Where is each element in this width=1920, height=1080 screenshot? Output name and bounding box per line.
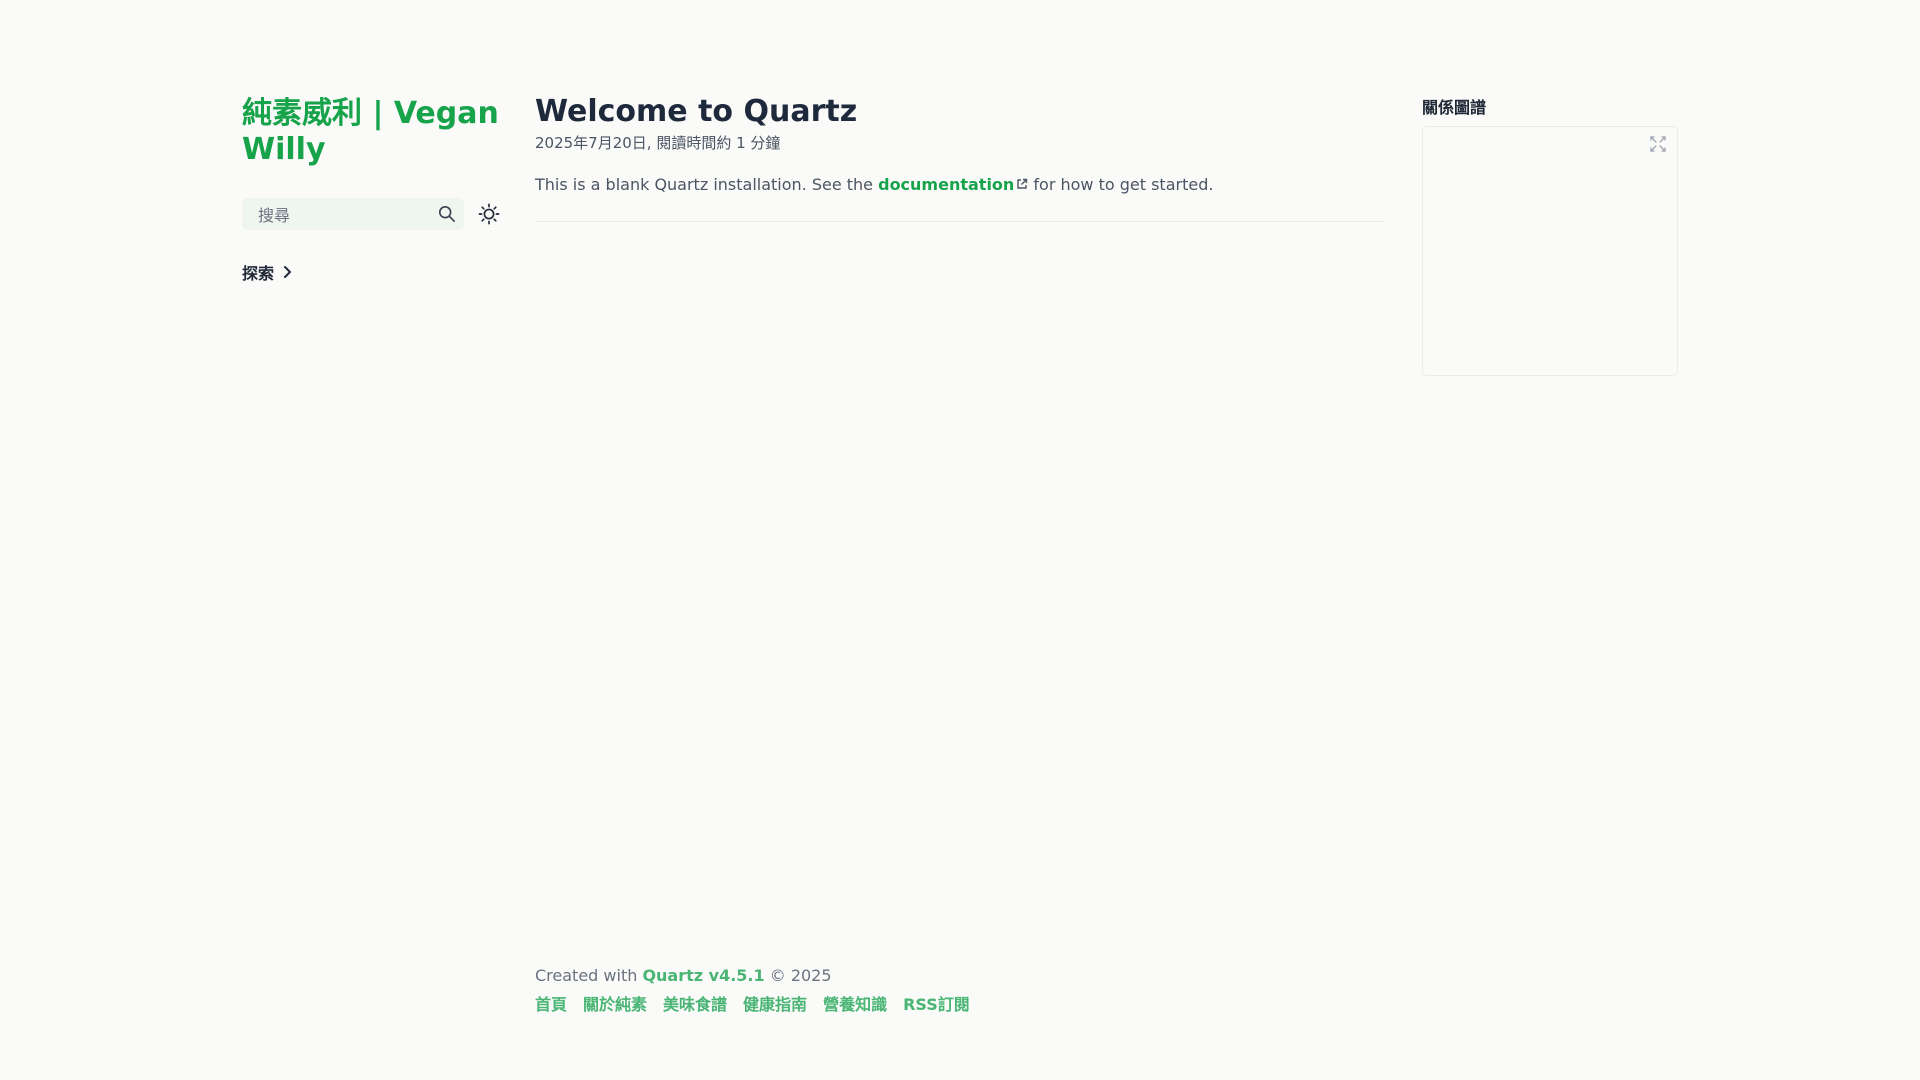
explorer-toggle[interactable]: 探索 <box>242 260 510 284</box>
left-sidebar: 純素威利 | Vegan Willy 搜尋 探索 <box>242 96 510 284</box>
footer-credit-suffix: © 2025 <box>764 966 832 985</box>
footer: Created with Quartz v4.5.1 © 2025 首頁 關於純… <box>535 966 970 1015</box>
documentation-link[interactable]: documentation <box>878 175 1028 194</box>
page-title: Welcome to Quartz <box>535 94 858 129</box>
documentation-link-label: documentation <box>878 175 1015 194</box>
search-placeholder: 搜尋 <box>258 206 291 225</box>
footer-credit: Created with Quartz v4.5.1 © 2025 <box>535 966 970 985</box>
body-text-before: This is a blank Quartz installation. See… <box>535 175 879 194</box>
page: 純素威利 | Vegan Willy 搜尋 探索 Welcome to Quar… <box>0 0 1920 1080</box>
search-icon[interactable] <box>438 205 456 223</box>
chevron-right-icon <box>282 265 294 279</box>
quartz-link[interactable]: Quartz v4.5.1 <box>642 966 764 985</box>
fullscreen-icon[interactable] <box>1649 135 1667 153</box>
site-title[interactable]: 純素威利 | Vegan Willy <box>242 96 510 168</box>
footer-link-recipes[interactable]: 美味食譜 <box>663 991 727 1015</box>
footer-credit-prefix: Created with <box>535 966 643 985</box>
external-link-icon <box>1014 178 1028 190</box>
article-meta: 2025年7月20日, 閱讀時間約 1 分鐘 <box>535 134 781 152</box>
right-sidebar: 關係圖譜 <box>1422 94 1678 376</box>
content-divider <box>535 221 1385 222</box>
graph-title: 關係圖譜 <box>1422 98 1487 117</box>
body-text-after: for how to get started. <box>1028 175 1214 194</box>
footer-links: 首頁 關於純素 美味食譜 健康指南 營養知識 RSS訂閱 <box>535 991 970 1015</box>
main-content: Welcome to Quartz 2025年7月20日, 閱讀時間約 1 分鐘… <box>535 94 1385 222</box>
search-bar[interactable]: 搜尋 <box>242 198 464 230</box>
footer-link-health-guide[interactable]: 健康指南 <box>743 991 807 1015</box>
graph-view[interactable] <box>1422 126 1678 376</box>
sun-icon[interactable] <box>476 201 502 227</box>
explorer-label: 探索 <box>242 264 275 283</box>
footer-link-nutrition[interactable]: 營養知識 <box>823 991 887 1015</box>
footer-link-about-vegan[interactable]: 關於純素 <box>583 991 647 1015</box>
sidebar-tools: 搜尋 <box>242 198 510 230</box>
footer-link-rss[interactable]: RSS訂閱 <box>903 991 970 1015</box>
footer-link-home[interactable]: 首頁 <box>535 991 567 1015</box>
article-body: This is a blank Quartz installation. See… <box>535 173 1385 197</box>
